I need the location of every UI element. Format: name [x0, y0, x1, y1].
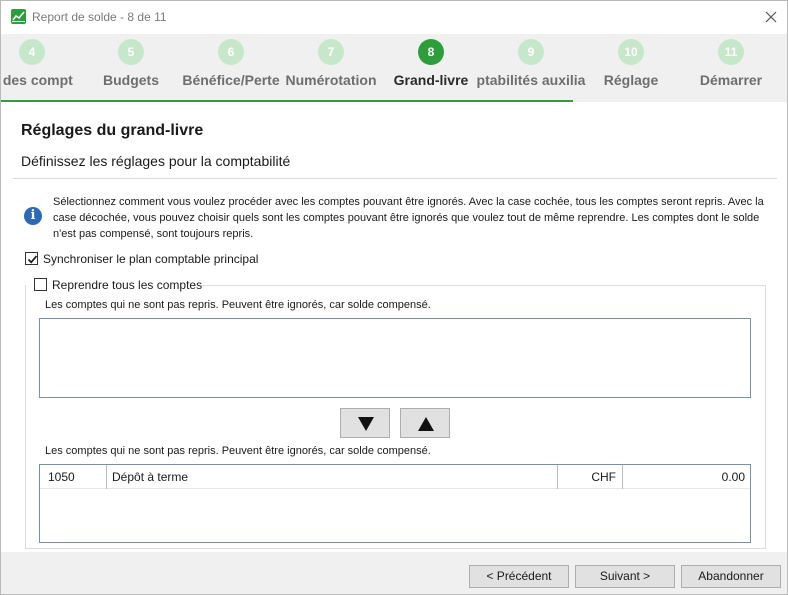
- ignored-accounts-list[interactable]: [39, 318, 751, 398]
- header-divider: [13, 178, 777, 179]
- step-10[interactable]: 10 Réglage: [581, 34, 681, 100]
- wizard-steps: 4 s des compt 5 Budgets 6 Bénéfice/Perte…: [1, 34, 787, 102]
- wizard-progress-line: [1, 100, 573, 102]
- window-title: Report de solde - 8 de 11: [32, 10, 167, 24]
- step-5[interactable]: 5 Budgets: [81, 34, 181, 100]
- info-icon: i: [24, 207, 42, 225]
- amount-cell: 0.00: [721, 470, 745, 484]
- app-chart-icon: [11, 9, 26, 24]
- page-title: Réglages du grand-livre: [21, 122, 204, 139]
- arrow-down-icon: [358, 417, 374, 431]
- take-all-accounts-label[interactable]: Reprendre tous les comptes: [52, 278, 202, 292]
- step-7[interactable]: 7 Numérotation: [281, 34, 381, 100]
- next-button[interactable]: Suivant >: [575, 565, 675, 588]
- step-4[interactable]: 4 s des compt: [1, 34, 82, 100]
- close-button[interactable]: [761, 7, 781, 27]
- step-number: 8: [418, 39, 444, 65]
- column-separator: [106, 465, 107, 489]
- page-subtitle: Définissez les réglages pour la comptabi…: [21, 153, 291, 169]
- previous-button[interactable]: < Précédent: [469, 565, 569, 588]
- step-8-active[interactable]: 8 Grand-livre: [381, 34, 481, 100]
- move-up-button[interactable]: [400, 408, 450, 438]
- step-6[interactable]: 6 Bénéfice/Perte: [181, 34, 281, 100]
- step-number: 9: [518, 39, 544, 65]
- take-all-accounts-checkbox[interactable]: [34, 278, 47, 291]
- step-number: 4: [19, 39, 45, 65]
- arrow-up-icon: [418, 417, 434, 431]
- currency-cell: CHF: [591, 470, 616, 484]
- table-row[interactable]: 1050 Dépôt à terme CHF 0.00: [40, 465, 750, 489]
- report-de-solde-dialog: Report de solde - 8 de 11 4 s des compt …: [0, 0, 788, 595]
- step-number: 11: [718, 39, 744, 65]
- step-number: 10: [618, 39, 644, 65]
- step-11[interactable]: 11 Démarrer: [681, 34, 781, 100]
- cancel-button[interactable]: Abandonner: [681, 565, 781, 588]
- account-description-cell: Dépôt à terme: [112, 470, 189, 484]
- group-top-border: [201, 285, 766, 286]
- sync-chart-label[interactable]: Synchroniser le plan comptable principal: [43, 252, 258, 266]
- step-number: 6: [218, 39, 244, 65]
- info-text: Sélectionnez comment vous voulez procéde…: [53, 196, 764, 240]
- step-9[interactable]: 9 ptabilités auxilia: [477, 34, 585, 100]
- title-bar: Report de solde - 8 de 11: [1, 1, 787, 34]
- bottom-list-caption: Les comptes qui ne sont pas repris. Peuv…: [45, 445, 431, 457]
- sync-chart-checkbox[interactable]: [25, 252, 38, 265]
- close-icon: [765, 11, 777, 23]
- step-label: Démarrer: [699, 72, 763, 88]
- account-number-cell: 1050: [48, 470, 75, 484]
- step-number: 5: [118, 39, 144, 65]
- not-taken-accounts-list[interactable]: 1050 Dépôt à terme CHF 0.00: [39, 464, 751, 543]
- checkmark-icon: [27, 255, 38, 264]
- move-down-button[interactable]: [340, 408, 390, 438]
- top-list-caption: Les comptes qui ne sont pas repris. Peuv…: [45, 299, 431, 311]
- step-number: 7: [318, 39, 344, 65]
